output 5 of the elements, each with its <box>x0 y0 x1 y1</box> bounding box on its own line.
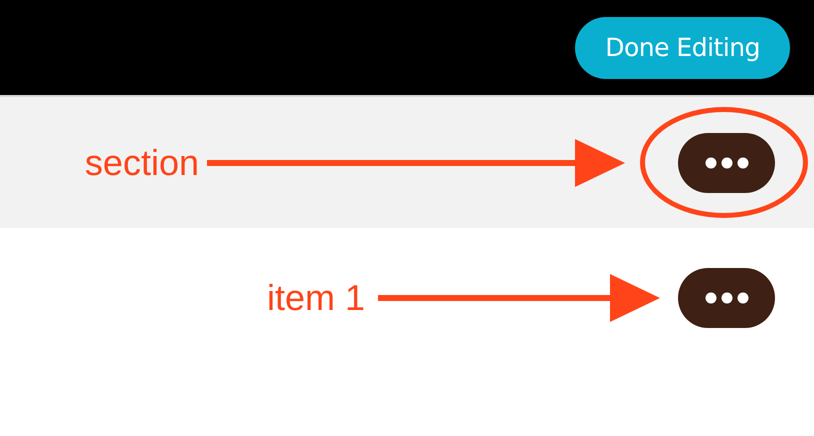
more-icon <box>704 156 748 168</box>
more-icon <box>704 292 748 304</box>
done-editing-button[interactable]: Done Editing <box>575 16 790 78</box>
annotation-label: section <box>84 142 199 184</box>
annotation-label: item 1 <box>266 277 365 319</box>
